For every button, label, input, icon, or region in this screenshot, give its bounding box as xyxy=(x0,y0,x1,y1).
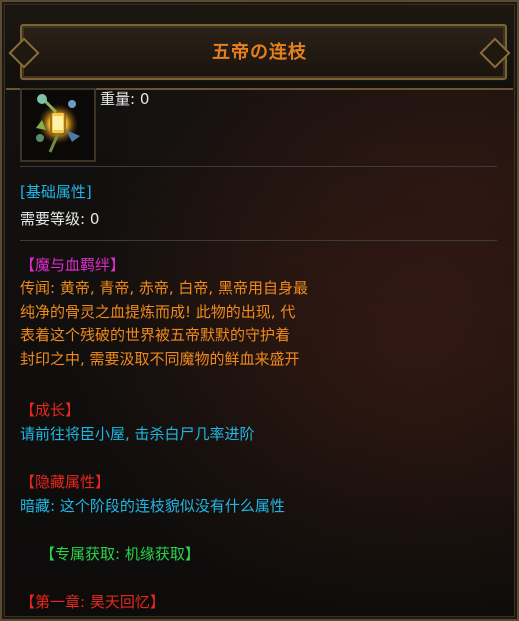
lore-heading: 【魔与血羁绊】 xyxy=(20,256,126,274)
exclusive-source: 【专属获取: 机缘获取】 xyxy=(40,545,200,563)
item-icon-slot[interactable] xyxy=(20,88,96,162)
hidden-attributes-heading: 【隐藏属性】 xyxy=(20,473,111,491)
basic-attributes-heading: [基础属性] xyxy=(20,183,92,201)
growth-text: 请前往将臣小屋, 击杀白尸几率进阶 xyxy=(20,425,255,443)
item-tooltip-panel: 五帝の连枝 重量: 0 [基础属性] 需要等级: 0 【魔与血羁绊】 传闻: 黄… xyxy=(0,0,519,621)
divider xyxy=(20,240,497,241)
lore-line: 表着这个残破的世界被五帝默默的守护着 xyxy=(20,326,291,344)
level-requirement: 需要等级: 0 xyxy=(20,210,100,228)
lore-line: 传闻: 黄帝, 青帝, 赤帝, 白帝, 黑帝用自身最 xyxy=(20,279,308,297)
lantern-staff-icon xyxy=(36,94,80,153)
hidden-attributes-text: 暗藏: 这个阶段的连枝貌似没有什么属性 xyxy=(20,497,285,515)
item-title: 五帝の连枝 xyxy=(212,42,307,63)
growth-heading: 【成长】 xyxy=(20,401,81,419)
lore-description: 传闻: 黄帝, 青帝, 赤帝, 白帝, 黑帝用自身最 纯净的骨灵之血提炼而成! … xyxy=(20,277,370,371)
chapter-label: 【第一章: 昊天回忆】 xyxy=(20,593,165,611)
tooltip-header: 五帝の连枝 xyxy=(6,6,513,90)
lore-line: 纯净的骨灵之血提炼而成! 此物的出现, 代 xyxy=(20,302,296,321)
divider xyxy=(20,166,497,167)
lore-line: 封印之中, 需要汲取不同魔物的鲜血来盛开 xyxy=(20,349,300,368)
item-weight: 重量: 0 xyxy=(100,90,150,108)
